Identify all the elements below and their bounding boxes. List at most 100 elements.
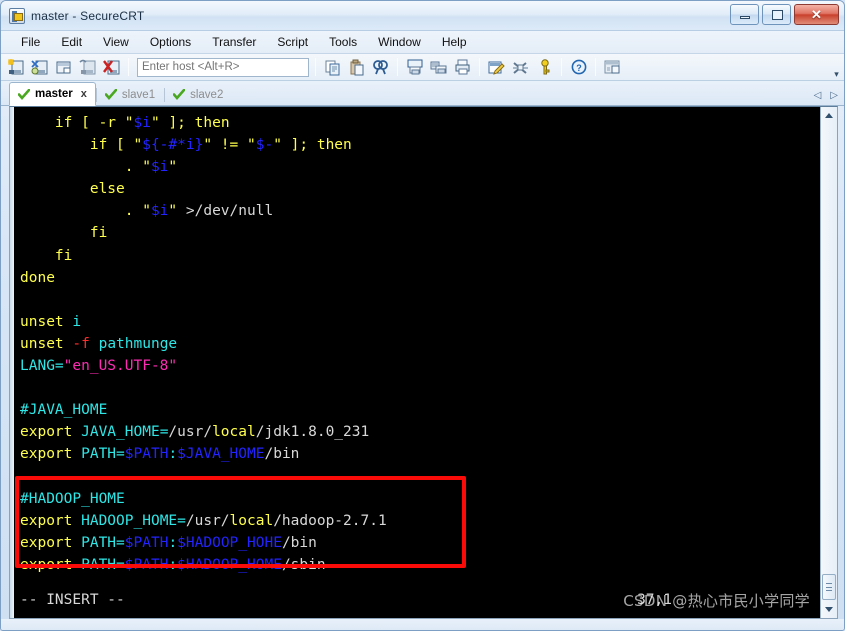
menu-edit[interactable]: Edit	[59, 33, 84, 51]
log-session-icon[interactable]	[428, 57, 449, 78]
reconnect-icon[interactable]	[77, 57, 98, 78]
terminal-token: JAVA_HOME=	[72, 424, 169, 441]
connect-sftp-icon[interactable]	[29, 57, 50, 78]
terminal-token: HADOOP_HOME=	[72, 512, 186, 529]
terminal-token: /sbin	[281, 556, 326, 573]
tab-label: slave1	[121, 88, 156, 101]
menu-window[interactable]: Window	[376, 33, 423, 51]
check-icon	[104, 89, 117, 100]
toolbar-separator	[595, 58, 596, 76]
help-icon[interactable]: ?	[568, 57, 589, 78]
toolbar-overflow-icon[interactable]: ▾	[832, 70, 841, 79]
terminal-token: LANG=	[20, 358, 64, 375]
menu-tools[interactable]: Tools	[327, 33, 359, 51]
terminal-token: /usr/	[168, 424, 213, 441]
terminal-token: PATH=	[72, 534, 125, 551]
scrollbar-grip	[826, 583, 832, 591]
terminal-screen[interactable]: if [ -r "$i" ]; then if [ "${-#*i}" != "…	[14, 107, 820, 618]
scroll-down-button[interactable]	[822, 602, 836, 617]
paste-icon[interactable]	[346, 57, 367, 78]
terminal-token: $PATH	[124, 446, 169, 463]
key-icon[interactable]	[534, 57, 555, 78]
host-input[interactable]	[137, 57, 309, 77]
terminal-token: " ]; then	[273, 137, 352, 154]
close-button[interactable]: ✕	[794, 4, 839, 25]
global-options-icon[interactable]	[510, 57, 531, 78]
tab-label: slave2	[190, 88, 224, 101]
terminal-token: if [ "	[20, 137, 143, 154]
menu-transfer[interactable]: Transfer	[210, 33, 258, 51]
menu-options[interactable]: Options	[148, 33, 193, 51]
terminal-token: #HADOOP_HOME	[20, 490, 125, 507]
terminal-token: #JAVA_HOME	[20, 402, 108, 419]
terminal-token: pathmunge	[89, 335, 178, 352]
terminal-token: :	[168, 556, 178, 573]
maximize-icon	[772, 10, 783, 20]
new-session-icon[interactable]	[5, 57, 26, 78]
clone-session-icon[interactable]	[53, 57, 74, 78]
window-controls: ✕	[730, 4, 839, 25]
terminal-token: i	[63, 313, 82, 330]
tab-next-icon[interactable]: ▷	[830, 90, 838, 101]
terminal-token: . "	[20, 159, 151, 176]
status-bar	[1, 619, 844, 630]
tab-prev-icon[interactable]: ◁	[814, 90, 822, 101]
terminal-token: export	[20, 512, 73, 529]
maximize-button[interactable]	[762, 4, 791, 25]
menu-view[interactable]: View	[101, 33, 131, 51]
terminal-token: if [	[20, 115, 99, 131]
toolbar-separator	[315, 58, 316, 76]
terminal-token: export	[20, 424, 73, 441]
vim-mode-indicator: -- INSERT --	[20, 592, 125, 608]
tab-slave2[interactable]: slave2	[164, 83, 232, 105]
scroll-up-button[interactable]	[822, 108, 836, 123]
terminal-token: /usr/	[185, 512, 230, 529]
terminal-token: local	[229, 512, 274, 529]
securecrt-window: master - SecureCRT ✕ File Edit View Opti…	[0, 0, 845, 631]
window-title: master - SecureCRT	[31, 8, 145, 23]
terminal-token: done	[20, 269, 55, 286]
menu-file[interactable]: File	[19, 33, 42, 51]
close-icon: ✕	[811, 6, 822, 22]
scrollbar-thumb[interactable]	[822, 574, 836, 600]
terminal-token: ${-#*i}	[142, 137, 204, 154]
terminal-token: PATH=	[72, 446, 125, 463]
find-icon[interactable]	[370, 57, 391, 78]
toolbar-separator	[479, 58, 480, 76]
terminal-token: local	[212, 424, 256, 441]
menu-script[interactable]: Script	[275, 33, 310, 51]
securecrt-icon	[9, 7, 25, 24]
terminal-token: export	[20, 446, 73, 463]
tab-master[interactable]: master x	[9, 82, 96, 106]
print-icon[interactable]	[452, 57, 473, 78]
terminal-token: "	[116, 115, 134, 131]
terminal-token: $PATH	[124, 556, 169, 573]
terminal-token: >/dev/null	[185, 203, 274, 220]
terminal-token: "en_US.UTF-8"	[63, 358, 178, 375]
terminal-token: -f	[72, 335, 90, 352]
menu-help[interactable]: Help	[440, 33, 469, 51]
disconnect-icon[interactable]	[101, 57, 122, 78]
chevron-up-icon	[825, 113, 833, 118]
toolbar-separator	[561, 58, 562, 76]
tab-navigation: ◁ ▷	[814, 90, 838, 101]
vim-status-line: -- INSERT -- 37,1 CSDN @热心市民小学同学	[20, 592, 814, 612]
tab-bar: master x slave1 slave2 ◁ ▷	[1, 81, 844, 106]
copy-icon[interactable]	[322, 57, 343, 78]
print-screen-icon[interactable]	[404, 57, 425, 78]
tab-slave1[interactable]: slave1	[95, 83, 164, 105]
session-options-icon[interactable]	[486, 57, 507, 78]
terminal-token: export	[20, 556, 73, 573]
terminal-token: PATH=	[72, 556, 125, 573]
terminal-token: $JAVA_HOME	[177, 446, 265, 463]
terminal-token: /bin	[264, 446, 300, 463]
arrange-windows-icon[interactable]	[602, 57, 623, 78]
terminal-scrollbar[interactable]	[820, 107, 837, 618]
chevron-down-icon	[825, 607, 833, 612]
terminal-token: /bin	[281, 534, 317, 551]
terminal-text: if [ -r "$i" ]; then if [ "${-#*i}" != "…	[20, 112, 820, 576]
terminal-token: " != "	[203, 137, 256, 154]
terminal-token: fi	[20, 225, 108, 242]
tab-close-icon[interactable]: x	[81, 88, 87, 100]
minimize-button[interactable]	[730, 4, 759, 25]
